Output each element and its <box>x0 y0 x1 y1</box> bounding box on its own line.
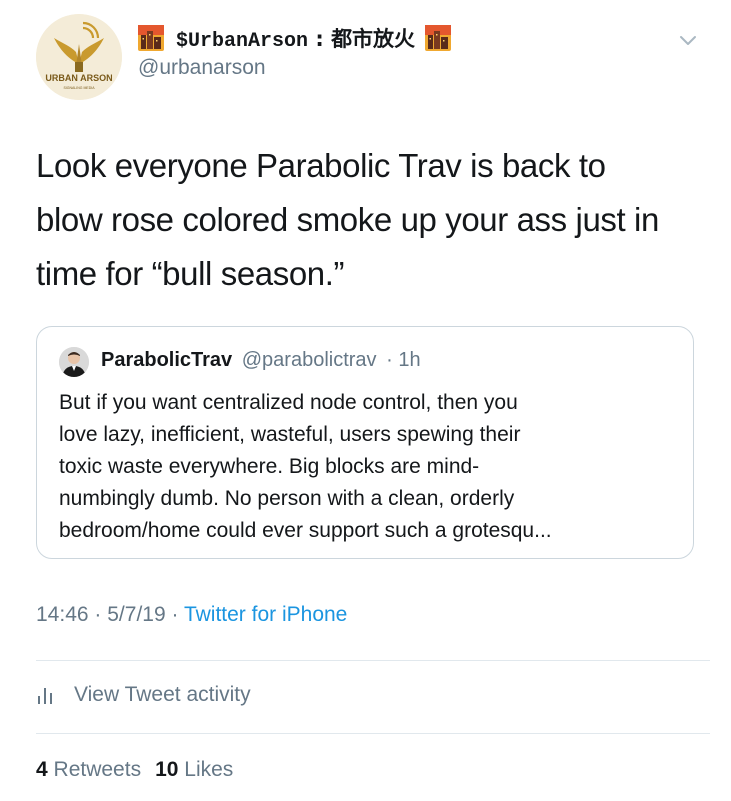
quoted-tweet-time: · 1h <box>386 349 421 371</box>
likes-label: Likes <box>184 758 234 781</box>
tweet-text-line: blow rose colored smoke up your ass just… <box>36 201 659 238</box>
cityscape-at-dusk-icon <box>425 25 452 51</box>
retweets-count: 4 <box>36 758 48 781</box>
urban-arson-logo-icon: URBAN ARSON SIGNALING MEDIA <box>36 14 122 100</box>
tweet-date[interactable]: 5/7/19 <box>107 603 165 626</box>
view-tweet-activity-label: View Tweet activity <box>74 683 251 706</box>
engagement-stats: 4 Retweets 10 Likes <box>36 758 233 782</box>
tweet-meta: 14:46 · 5/7/19 · Twitter for iPhone <box>36 603 347 627</box>
tweet: URBAN ARSON SIGNALING MEDIA $UrbanArson … <box>0 0 731 801</box>
svg-text:URBAN ARSON: URBAN ARSON <box>45 73 112 83</box>
quoted-tweet[interactable]: ParabolicTrav @parabolictrav · 1h But if… <box>36 326 694 559</box>
quoted-text-line: love lazy, inefficient, wasteful, users … <box>59 423 521 446</box>
meta-separator: · <box>94 603 102 626</box>
tweet-source-link[interactable]: Twitter for iPhone <box>184 603 347 626</box>
quoted-author-avatar[interactable] <box>59 347 89 377</box>
quoted-author-name[interactable]: ParabolicTrav <box>101 349 232 371</box>
divider <box>36 660 710 661</box>
tweet-time[interactable]: 14:46 <box>36 603 89 626</box>
tweet-text-line: time for “bull season.” <box>36 255 345 292</box>
quoted-text-line: bedroom/home could ever support such a g… <box>59 519 552 542</box>
likes-count: 10 <box>155 758 179 781</box>
quoted-text-line: But if you want centralized node control… <box>59 391 518 414</box>
author-avatar[interactable]: URBAN ARSON SIGNALING MEDIA <box>36 14 122 100</box>
author-display-name: $UrbanArson : 都市放火 <box>176 27 416 53</box>
quoted-text-line: toxic waste everywhere. Big blocks are m… <box>59 455 480 478</box>
likes-stat[interactable]: 10 Likes <box>155 758 233 781</box>
chevron-down-icon[interactable] <box>676 28 700 52</box>
divider <box>36 733 710 734</box>
quoted-author-handle[interactable]: @parabolictrav <box>242 349 377 371</box>
quoted-tweet-header: ParabolicTrav @parabolictrav · 1h <box>101 345 421 375</box>
meta-separator: · <box>171 603 179 626</box>
retweets-label: Retweets <box>53 758 142 781</box>
view-tweet-activity-button[interactable]: View Tweet activity <box>36 680 251 710</box>
author-name-row[interactable]: $UrbanArson : 都市放火 <box>138 20 452 56</box>
bar-chart-icon <box>36 685 56 705</box>
tweet-text: Look everyone Parabolic Trav is back to … <box>36 139 704 301</box>
svg-text:SIGNALING MEDIA: SIGNALING MEDIA <box>63 86 95 90</box>
retweets-stat[interactable]: 4 Retweets <box>36 758 141 781</box>
quoted-text-line: numbingly dumb. No person with a clean, … <box>59 487 515 510</box>
tweet-text-line: Look everyone Parabolic Trav is back to <box>36 147 606 184</box>
quoted-tweet-text: But if you want centralized node control… <box>59 387 679 547</box>
cityscape-at-dusk-icon <box>138 25 164 51</box>
author-handle[interactable]: @urbanarson <box>138 56 266 80</box>
